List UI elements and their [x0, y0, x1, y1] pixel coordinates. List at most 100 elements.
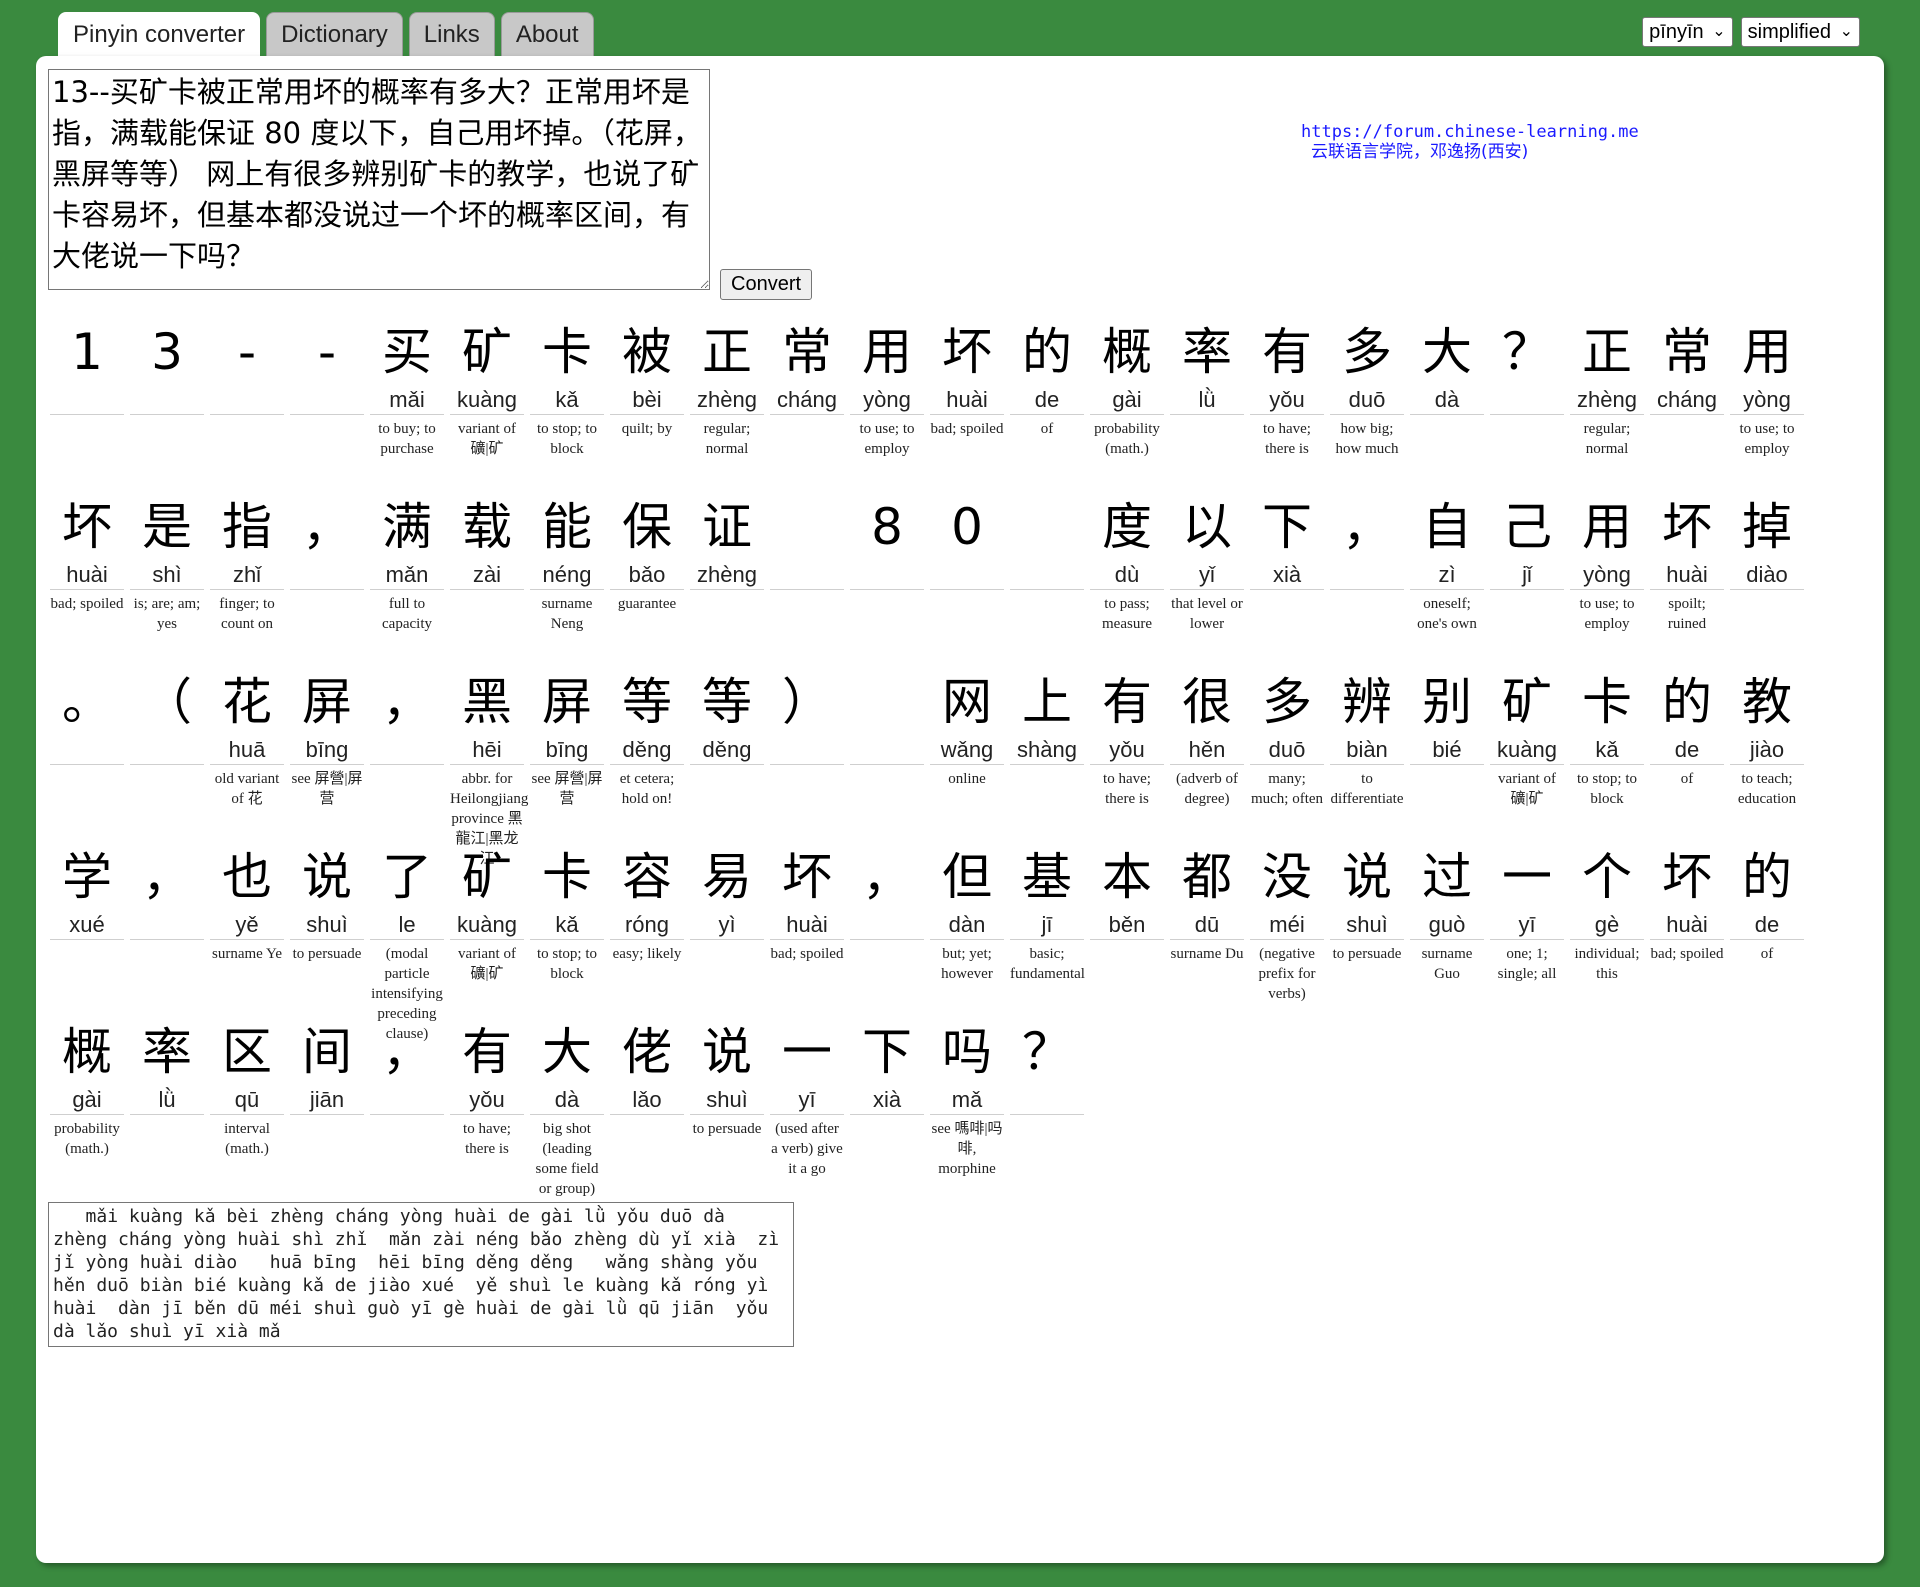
pinyin-reading: néng: [530, 561, 604, 590]
word-cell: 率 lǜ: [130, 1018, 204, 1193]
pinyin-reading: dà: [1410, 386, 1484, 415]
hanzi-char: 8: [871, 498, 903, 556]
pinyin-reading: de: [1730, 911, 1804, 940]
hanzi-char: 矿: [1502, 673, 1552, 731]
pinyin-reading: zì: [1410, 561, 1484, 590]
word-cell: 以 yǐ that level or lower: [1170, 493, 1244, 668]
gloss-text: but; yet; however: [941, 946, 993, 982]
word-cell: 用 yòng to use; to employ: [850, 318, 924, 493]
tab-about[interactable]: About: [500, 12, 594, 57]
tab-pinyin-converter[interactable]: Pinyin converter: [58, 12, 261, 59]
word-cell: 屏 bīng see 屏營|屏营: [530, 668, 604, 843]
word-cell: 坏 huài bad; spoiled: [1650, 843, 1724, 1018]
pinyin-reading: [50, 386, 124, 415]
gloss-text: regular; normal: [703, 421, 751, 457]
word-cell: 3: [130, 318, 204, 493]
pinyin-reading: huài: [770, 911, 844, 940]
word-cell: 等 děng: [690, 668, 764, 843]
tone-mode-select[interactable]: pīnyīn ⌄: [1642, 17, 1733, 47]
hanzi-char: 保: [622, 498, 672, 556]
pinyin-reading: [770, 736, 844, 765]
hanzi-char: 能: [542, 498, 592, 556]
gloss-text: [210, 415, 284, 419]
gloss-text: [770, 415, 844, 419]
hanzi-char: 等: [702, 673, 752, 731]
pinyin-reading: shuì: [690, 1086, 764, 1115]
gloss-text: guarantee: [617, 596, 677, 612]
pinyin-reading: yòng: [1570, 561, 1644, 590]
word-cell: 正 zhèng regular; normal: [690, 318, 764, 493]
gloss-text: how big; how much: [1335, 421, 1399, 457]
pinyin-reading: yòng: [1730, 386, 1804, 415]
pinyin-reading: bīng: [530, 736, 604, 765]
credit-url[interactable]: https://forum.chinese-learning.me: [1301, 122, 1639, 142]
gloss-text: to stop; to block: [536, 946, 597, 982]
hanzi-char: 用: [1742, 323, 1792, 381]
hanzi-char: 都: [1182, 848, 1232, 906]
tab-links[interactable]: Links: [408, 12, 495, 57]
gloss-text: [690, 765, 764, 769]
word-cell: 的 de of: [1730, 843, 1804, 1018]
credit-name: 云联语言学院，邓逸扬(西安): [1311, 142, 1529, 162]
word-cell: 屏 bīng see 屏營|屏营: [290, 668, 364, 843]
pinyin-reading: biàn: [1330, 736, 1404, 765]
hanzi-char: 坏: [62, 498, 112, 556]
pinyin-reading: yě: [210, 911, 284, 940]
pinyin-reading: cháng: [770, 386, 844, 415]
pinyin-output-textarea[interactable]: mǎi kuàng kǎ bèi zhèng cháng yòng huài d…: [48, 1202, 794, 1347]
tab-dictionary[interactable]: Dictionary: [266, 12, 403, 57]
gloss-text: [1010, 765, 1084, 769]
hanzi-char: 有: [462, 1023, 512, 1081]
pinyin-reading: hēi: [450, 736, 524, 765]
script-select[interactable]: simplified ⌄: [1740, 17, 1860, 47]
word-cell: -: [290, 318, 364, 493]
hanzi-char: 坏: [782, 848, 832, 906]
word-cell: 一 yī (used after a verb) give it a go: [770, 1018, 844, 1193]
pinyin-reading: děng: [690, 736, 764, 765]
word-cell: 下 xià: [1250, 493, 1324, 668]
gloss-text: basic; fundamental: [1010, 946, 1085, 982]
hanzi-char: 概: [1102, 323, 1152, 381]
pinyin-reading: qū: [210, 1086, 284, 1115]
chinese-input-textarea[interactable]: 13--买矿卡被正常用坏的概率有多大？正常用坏是指，满载能保证 80 度以下，自…: [48, 69, 710, 290]
convert-button[interactable]: Convert: [720, 269, 813, 300]
gloss-text: probability (math.): [1094, 421, 1160, 457]
word-cell: 教 jiào to teach; education: [1730, 668, 1804, 843]
gloss-text: variant of 礦|矿: [458, 421, 516, 457]
hanzi-char: 指: [222, 498, 272, 556]
gloss-text: [850, 940, 924, 944]
pinyin-reading: huài: [930, 386, 1004, 415]
hanzi-char: 佬: [622, 1023, 672, 1081]
gloss-text: [1410, 765, 1484, 769]
gloss-text: [370, 765, 444, 769]
word-cell: 矿 kuàng variant of 礦|矿: [1490, 668, 1564, 843]
word-cell: 别 bié: [1410, 668, 1484, 843]
hanzi-char: 被: [622, 323, 672, 381]
hanzi-char: 下: [862, 1023, 912, 1081]
word-cell: [850, 668, 924, 843]
word-cell: 正 zhèng regular; normal: [1570, 318, 1644, 493]
gloss-text: regular; normal: [1583, 421, 1631, 457]
pinyin-reading: [50, 736, 124, 765]
gloss-text: [930, 590, 1004, 594]
word-cell: 8: [850, 493, 924, 668]
word-cell: 佬 lǎo: [610, 1018, 684, 1193]
pinyin-reading: shuì: [290, 911, 364, 940]
gloss-text: [50, 415, 124, 419]
hanzi-char: ？: [1022, 1023, 1072, 1081]
tone-mode-value: pīnyīn: [1649, 21, 1704, 43]
gloss-text: et cetera; hold on!: [619, 771, 675, 807]
word-cell: 卡 kǎ to stop; to block: [530, 318, 604, 493]
pinyin-reading: [130, 911, 204, 940]
hanzi-char: 正: [702, 323, 752, 381]
hanzi-char: 辨: [1342, 673, 1392, 731]
pinyin-reading: diào: [1730, 561, 1804, 590]
hanzi-char: 矿: [462, 323, 512, 381]
hanzi-char: 下: [1262, 498, 1312, 556]
gloss-text: oneself; one's own: [1417, 596, 1477, 632]
hanzi-char: 教: [1742, 673, 1792, 731]
hanzi-char: ，: [382, 673, 432, 731]
hanzi-char: 满: [382, 498, 432, 556]
gloss-text: see 嗎啡|吗啡, morphine: [931, 1121, 1003, 1177]
hanzi-char: 很: [1182, 673, 1232, 731]
